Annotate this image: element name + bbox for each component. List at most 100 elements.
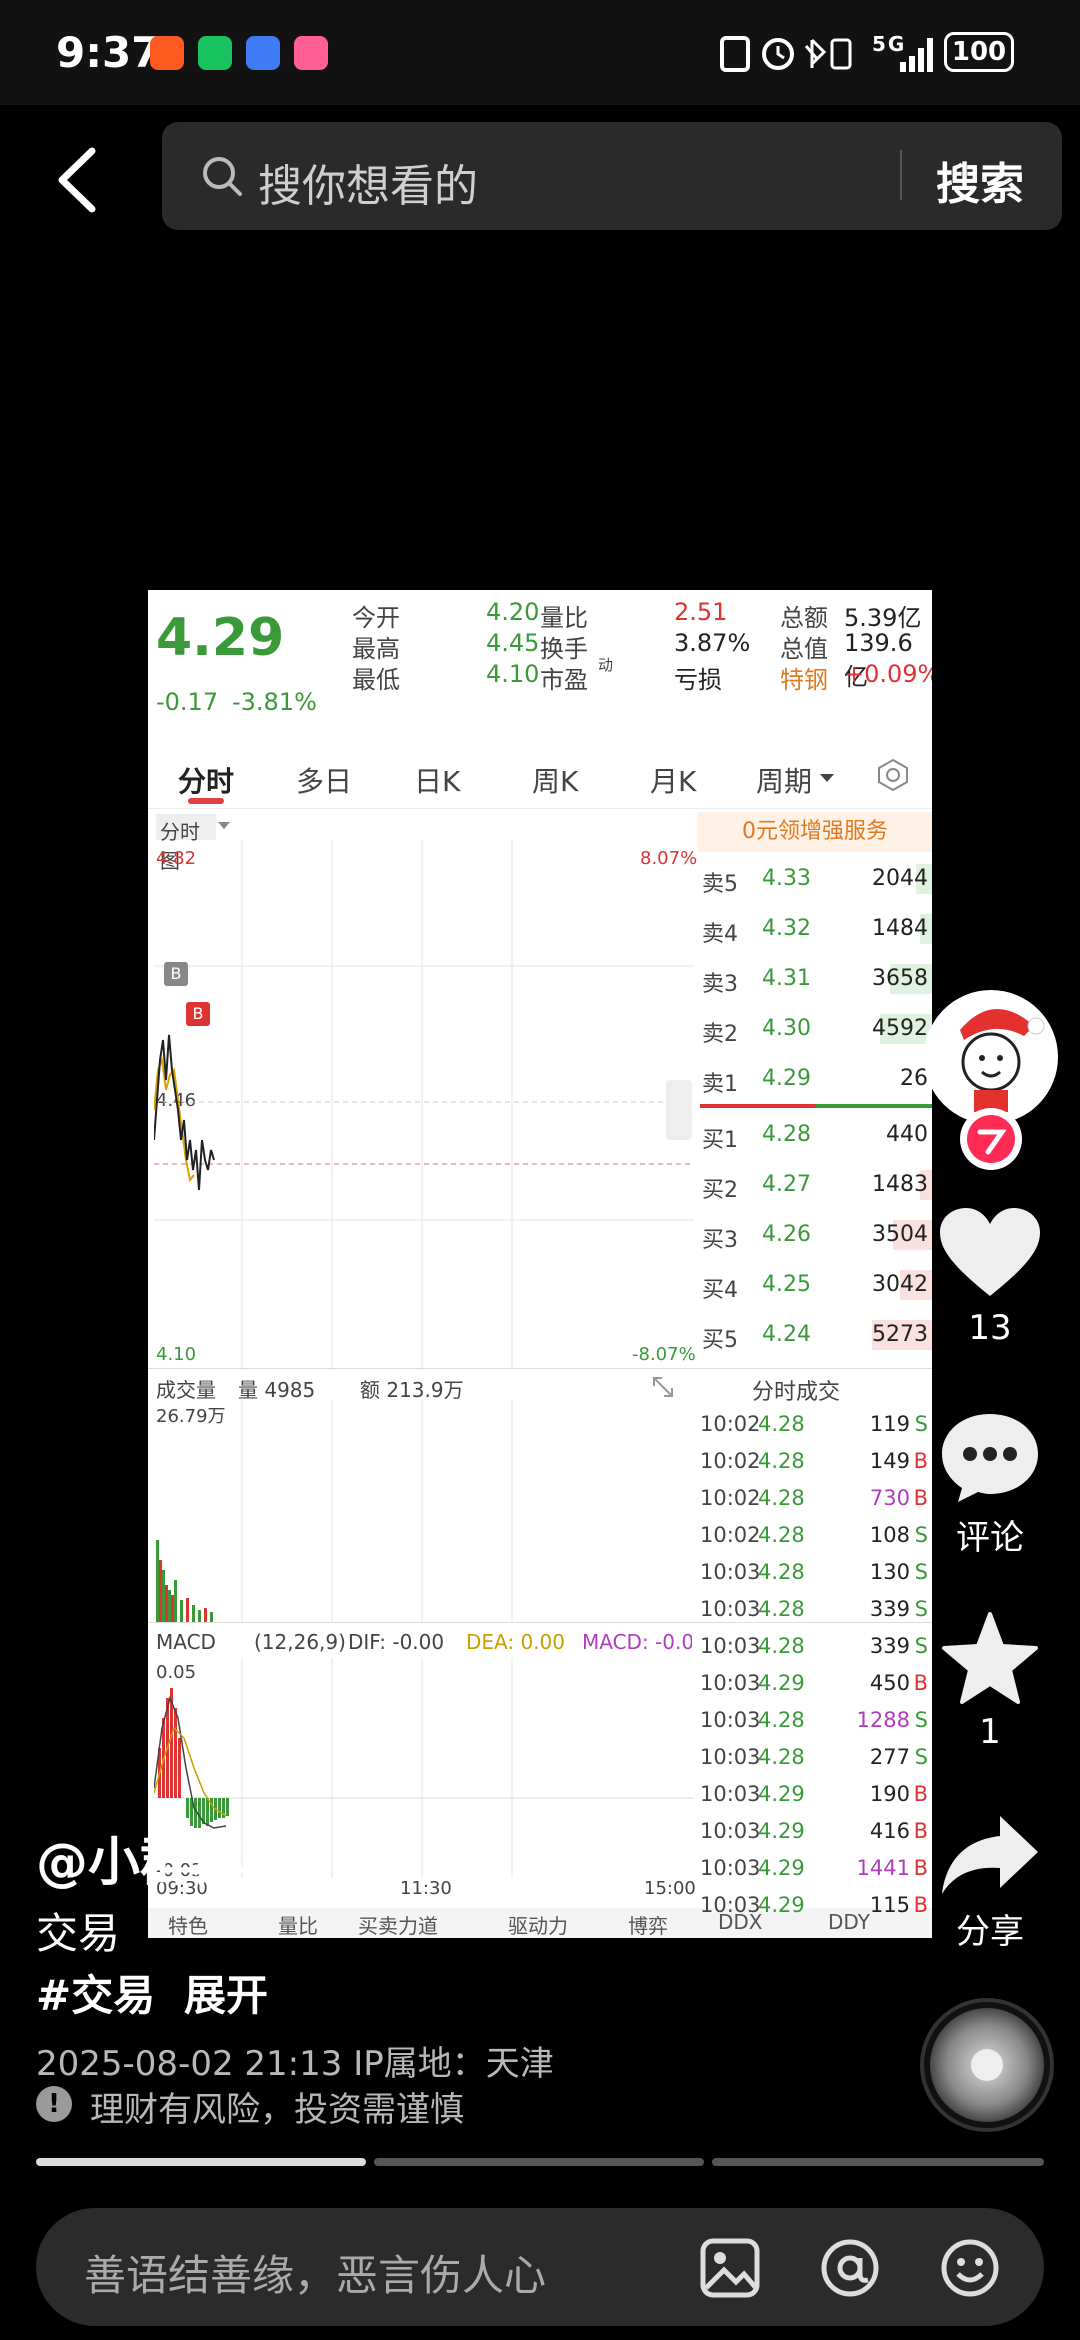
search-button[interactable]: 搜索 — [936, 148, 1024, 212]
time-axis-end: 15:00 — [644, 1878, 696, 1899]
macd-params: (12,26,9) — [254, 1630, 346, 1654]
indicator-tab[interactable]: 量比 — [278, 1910, 318, 1938]
tab-1[interactable]: 多日 — [296, 760, 352, 800]
trade-p: 4.29 — [758, 1671, 805, 1695]
macd-dropdown[interactable]: MACD — [156, 1630, 216, 1654]
share-label[interactable]: 分享 — [930, 1904, 1050, 1953]
trade-v: 450 — [869, 1671, 910, 1695]
indicator-tab[interactable]: 买卖力道 — [358, 1910, 438, 1938]
orderbook-label: 买5 — [702, 1328, 738, 1353]
trade-s: B — [913, 1486, 928, 1510]
orderbook-vol: 1484 — [872, 916, 928, 941]
trade-p: 4.28 — [758, 1597, 805, 1621]
macd-value: MACD: -0.0 — [582, 1630, 692, 1654]
orderbook-vol: 1483 — [872, 1172, 928, 1197]
orderbook-price: 4.29 — [762, 1066, 811, 1091]
trades-title[interactable]: 分时成交 — [752, 1374, 840, 1406]
music-disc-avatar[interactable] — [920, 1998, 1054, 2132]
promo-banner[interactable]: 0元领增强服务 — [698, 812, 932, 852]
orderbook-vol: 440 — [886, 1122, 928, 1147]
video-title: 交易 — [36, 1909, 121, 1958]
trade-p: 4.28 — [758, 1486, 805, 1510]
trade-p: 4.28 — [758, 1449, 805, 1473]
intraday-price-chart — [154, 840, 694, 1370]
trade-row: 10:02 4.28 108 S — [696, 1517, 932, 1554]
indicator-tab[interactable]: 博弈 — [628, 1910, 668, 1938]
trade-t: 10:02 — [700, 1412, 761, 1436]
quote-l2: 市盈 — [540, 666, 588, 694]
progress-segment-3 — [712, 2158, 1044, 2166]
trade-v: 190 — [869, 1782, 910, 1806]
author-name[interactable]: @小群群 — [36, 1820, 244, 1895]
favorite-star-icon[interactable] — [942, 1612, 1038, 1704]
search-divider — [900, 150, 902, 200]
share-arrow-icon[interactable] — [940, 1812, 1040, 1896]
expand-link[interactable]: 展开 — [184, 1962, 268, 2023]
orderbook-vol: 4592 — [872, 1016, 928, 1041]
trade-row: 10:03 4.28 339 S — [696, 1628, 932, 1665]
trade-s: B — [913, 1819, 928, 1843]
trade-t: 10:02 — [700, 1449, 761, 1473]
comment-bubble-icon[interactable] — [940, 1410, 1040, 1502]
orderbook-row: 买2 4.27 1483 — [700, 1160, 932, 1210]
intraday-chart-dropdown[interactable]: 分时图 — [156, 814, 216, 873]
trade-t: 10:03 — [700, 1597, 761, 1621]
comment-input[interactable]: 善语结善缘，恶言伤人心 — [36, 2208, 1044, 2326]
expand-icon[interactable] — [648, 1372, 678, 1402]
comment-label[interactable]: 评论 — [930, 1510, 1050, 1559]
trade-v: 1441 — [856, 1856, 910, 1880]
tab-3[interactable]: 周K — [532, 760, 578, 800]
trade-row: 10:03 4.28 277 S — [696, 1739, 932, 1776]
volume-label: 量 4985 — [238, 1378, 316, 1402]
stock-price: 4.29 — [156, 608, 285, 668]
trade-p: 4.28 — [758, 1634, 805, 1658]
quote-v1: 4.45 — [486, 629, 540, 657]
orderbook-price: 4.28 — [762, 1122, 811, 1147]
orderbook-label: 卖4 — [702, 922, 738, 947]
quote-v3: 5.39亿 — [844, 604, 922, 632]
indicator-tab[interactable]: 特色 — [168, 1910, 208, 1938]
image-picker-icon[interactable] — [700, 2238, 760, 2298]
quote-l1: 最高 — [352, 635, 400, 663]
quote-l1: 最低 — [352, 666, 400, 694]
tab-5[interactable]: 周期 — [756, 760, 812, 800]
tab-0[interactable]: 分时 — [178, 760, 234, 800]
hashtag-link[interactable]: #交易 — [36, 1962, 155, 2023]
quote-v3: +0.09% — [844, 660, 932, 688]
author-avatar[interactable] — [924, 990, 1058, 1124]
trade-p: 4.29 — [758, 1819, 805, 1843]
tab-2[interactable]: 日K — [414, 760, 460, 800]
trade-v: 730 — [869, 1486, 910, 1510]
search-placeholder: 搜你想看的 — [258, 161, 478, 212]
trade-s: B — [913, 1449, 928, 1473]
settings-hex-icon[interactable] — [876, 758, 910, 792]
tab-4[interactable]: 月K — [650, 760, 696, 800]
signal-icon — [900, 38, 933, 72]
battery-icon: 100 — [944, 32, 1014, 72]
back-arrow-icon[interactable] — [52, 145, 102, 215]
quote-v1: 4.20 — [486, 598, 540, 626]
indicator-tab[interactable]: 驱动力 — [508, 1910, 568, 1938]
quote-v2: 2.51 — [674, 598, 728, 626]
orderbook-row: 买3 4.26 3504 — [700, 1210, 932, 1260]
search-input[interactable]: 搜你想看的 搜索 — [162, 122, 1062, 230]
stock-screenshot[interactable]: 4.29 -0.17 -3.81% 分时图 4.82 8.07% 4.46 4.… — [148, 590, 932, 1938]
mention-at-icon[interactable] — [820, 2238, 880, 2298]
volume-dropdown[interactable]: 成交量 — [156, 1374, 216, 1403]
follow-button[interactable] — [960, 1108, 1022, 1170]
search-icon — [203, 157, 242, 196]
quote-l3: 总额 — [780, 604, 828, 632]
orderbook-label: 买3 — [702, 1228, 738, 1253]
screen: { "status_bar": { "time": "9:37", "netwo… — [0, 0, 1080, 2340]
trade-t: 10:03 — [700, 1671, 761, 1695]
like-heart-icon[interactable] — [940, 1208, 1040, 1300]
trade-row: 10:03 4.28 1288 S — [696, 1702, 932, 1739]
wechat-icon — [198, 36, 232, 70]
trade-t: 10:03 — [700, 1782, 761, 1806]
status-time: 9:37 — [56, 28, 161, 77]
emoji-icon[interactable] — [940, 2238, 1000, 2298]
orderbook-row: 卖3 4.31 3658 — [700, 954, 932, 1004]
trade-p: 4.29 — [758, 1782, 805, 1806]
trade-s: B — [913, 1893, 928, 1917]
collapse-handle[interactable] — [666, 1080, 692, 1140]
